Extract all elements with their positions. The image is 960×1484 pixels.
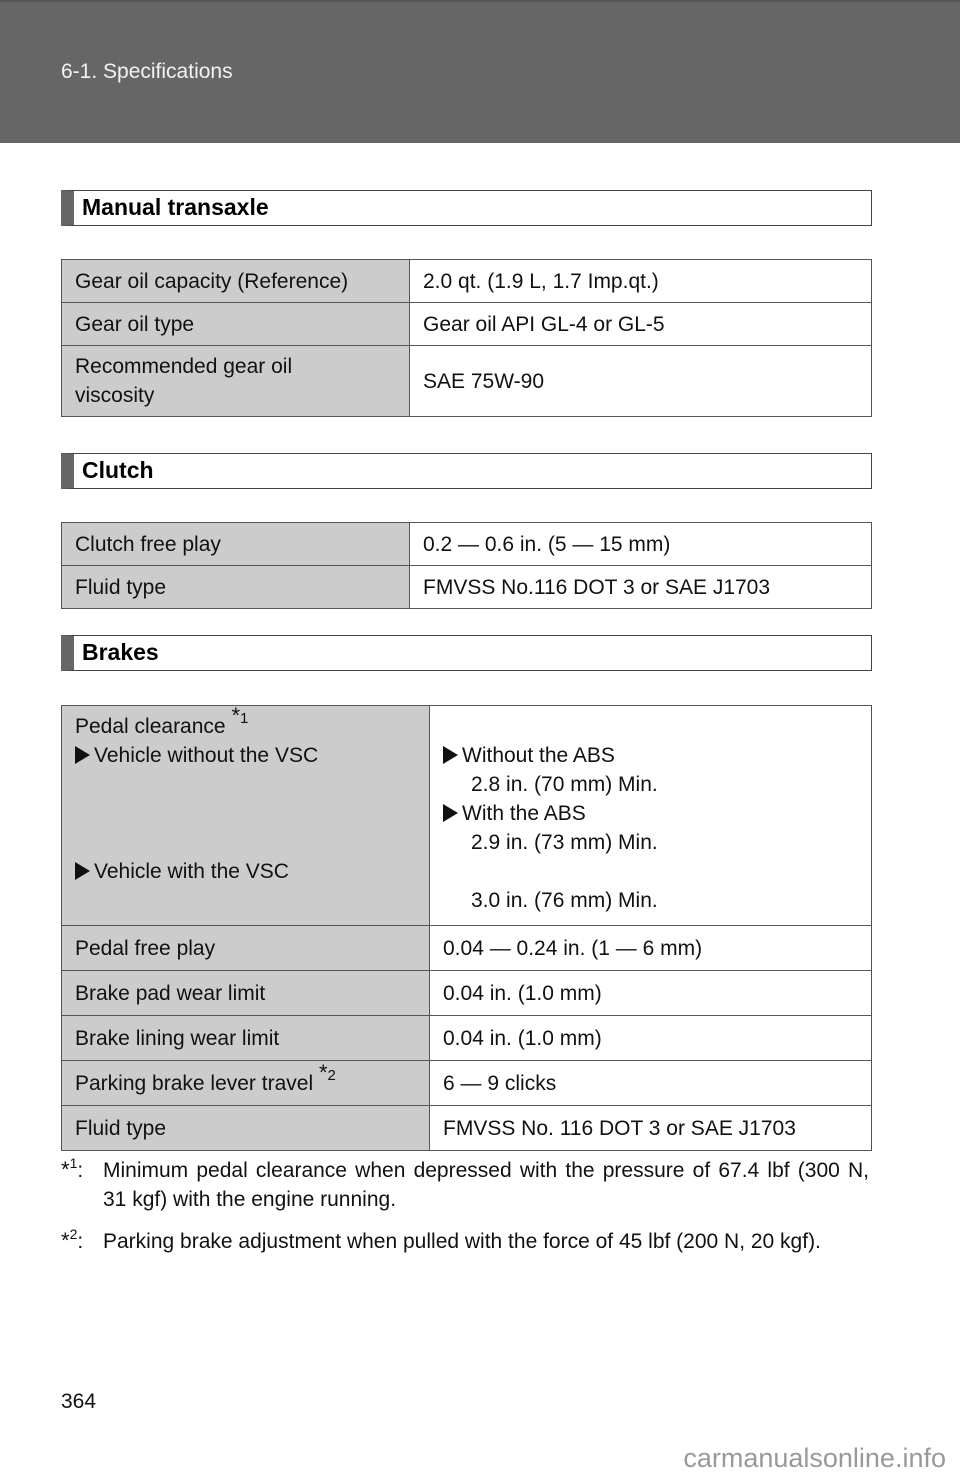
row-value: 0.2 — 0.6 in. (5 — 15 mm)	[409, 522, 872, 566]
row-value: Gear oil API GL-4 or GL-5	[409, 302, 872, 346]
row-value: 2.0 qt. (1.9 L, 1.7 Imp.qt.)	[409, 259, 872, 303]
footnote-1: *1: Minimum pedal clearance when depresse…	[61, 1155, 869, 1214]
row-label: Brake lining wear limit	[61, 1015, 430, 1061]
table-row: Gear oil capacity (Reference) 2.0 qt. (1…	[61, 259, 872, 303]
with-vsc-value: 3.0 in. (76 mm) Min.	[471, 889, 658, 912]
brakes-table: Pedal clearance *1 Vehicle without the V…	[61, 705, 872, 1151]
footnote-ref: *2	[318, 1059, 336, 1085]
table-row: Brake pad wear limit 0.04 in. (1.0 mm)	[61, 970, 872, 1016]
section-title: Clutch	[82, 457, 154, 483]
table-row: Gear oil type Gear oil API GL-4 or GL-5	[61, 302, 872, 346]
row-value: FMVSS No.116 DOT 3 or SAE J1703	[409, 565, 872, 609]
row-label-line: Recommended gear oil	[75, 355, 293, 378]
triangle-bullet-icon	[443, 804, 458, 822]
pedal-clearance-heading: Pedal clearance *1	[75, 703, 416, 741]
row-label: Gear oil capacity (Reference)	[61, 259, 410, 303]
clutch-table: Clutch free play 0.2 — 0.6 in. (5 — 15 m…	[61, 522, 872, 609]
row-value: 6 — 9 clicks	[429, 1060, 872, 1106]
footnote-star: *	[231, 703, 241, 728]
footnote-star: *	[61, 1228, 70, 1253]
table-row-pedal-clearance: Pedal clearance *1 Vehicle without the V…	[61, 703, 872, 926]
condition-without-abs: Without the ABS	[443, 741, 858, 770]
row-label-line: viscosity	[75, 384, 155, 407]
triangle-bullet-icon	[75, 746, 90, 764]
table-row: Parking brake lever travel *2 6 — 9 clic…	[61, 1059, 872, 1106]
section-title: Brakes	[82, 639, 159, 665]
condition-with-abs: With the ABS	[443, 799, 858, 828]
row-label: Pedal free play	[61, 925, 430, 971]
table-row: Recommended gear oil viscosity SAE 75W-9…	[61, 345, 872, 417]
condition-without-vsc: Vehicle without the VSC	[75, 741, 416, 770]
row-label-text: Parking brake lever travel	[75, 1071, 314, 1095]
table-row: Clutch free play 0.2 — 0.6 in. (5 — 15 m…	[61, 522, 872, 566]
condition-with-vsc: Vehicle with the VSC	[75, 857, 416, 886]
triangle-bullet-icon	[75, 862, 90, 880]
footnote-ref: *1	[231, 703, 249, 728]
row-value: FMVSS No. 116 DOT 3 or SAE J1703	[429, 1105, 872, 1151]
breadcrumb: 6-1. Specifications	[61, 60, 233, 83]
with-abs-value: 2.9 in. (73 mm) Min.	[471, 831, 658, 854]
section-title: Manual transaxle	[82, 194, 269, 220]
footnote-marker: *1:	[61, 1155, 84, 1182]
table-row: Fluid type FMVSS No.116 DOT 3 or SAE J17…	[61, 565, 872, 609]
footnote-marker: *2:	[61, 1226, 84, 1253]
footnote-number: 1	[69, 1155, 78, 1171]
condition-label: Vehicle without the VSC	[94, 744, 319, 767]
condition-label: With the ABS	[462, 802, 586, 825]
footnote-text: Minimum pedal clearance when depressed w…	[103, 1159, 869, 1211]
manual-transaxle-table: Gear oil capacity (Reference) 2.0 qt. (1…	[61, 259, 872, 417]
without-abs-value: 2.8 in. (70 mm) Min.	[471, 773, 658, 796]
row-label: Fluid type	[61, 565, 410, 609]
page-number: 364	[61, 1390, 97, 1413]
condition-label: Without the ABS	[462, 744, 615, 767]
row-value: SAE 75W-90	[409, 345, 872, 417]
row-label: Clutch free play	[61, 522, 410, 566]
section-heading-brakes: Brakes	[61, 635, 872, 671]
footnote-star: *	[61, 1157, 70, 1182]
row-label: Pedal clearance *1 Vehicle without the V…	[61, 703, 430, 926]
footnote-text: Parking brake adjustment when pulled wit…	[103, 1230, 821, 1253]
row-value: Without the ABS 2.8 in. (70 mm) Min. Wit…	[429, 705, 872, 926]
table-row: Brake lining wear limit 0.04 in. (1.0 mm…	[61, 1015, 872, 1061]
watermark: carmanualsonline.info	[683, 1443, 946, 1473]
table-row: Fluid type FMVSS No. 116 DOT 3 or SAE J1…	[61, 1105, 872, 1151]
table-row: Pedal free play 0.04 — 0.24 in. (1 — 6 m…	[61, 925, 872, 971]
page-header: 6-1. Specifications	[0, 0, 960, 143]
pedal-clearance-label: Pedal clearance	[75, 715, 226, 738]
footnote-star: *	[318, 1059, 328, 1085]
triangle-bullet-icon	[443, 746, 458, 764]
row-label: Fluid type	[61, 1105, 430, 1151]
row-label: Recommended gear oil viscosity	[61, 345, 410, 417]
condition-label: Vehicle with the VSC	[94, 860, 289, 883]
footnote-number: 2	[69, 1226, 78, 1242]
row-label: Brake pad wear limit	[61, 970, 430, 1016]
row-value: 0.04 in. (1.0 mm)	[429, 970, 872, 1016]
footnote-2: *2: Parking brake adjustment when pulled …	[61, 1226, 869, 1256]
row-value: 0.04 — 0.24 in. (1 — 6 mm)	[429, 925, 872, 971]
row-value: 0.04 in. (1.0 mm)	[429, 1015, 872, 1061]
row-label: Gear oil type	[61, 302, 410, 346]
row-label: Parking brake lever travel *2	[61, 1059, 430, 1106]
section-heading-clutch: Clutch	[61, 453, 872, 489]
section-heading-manual-transaxle: Manual transaxle	[61, 190, 872, 226]
